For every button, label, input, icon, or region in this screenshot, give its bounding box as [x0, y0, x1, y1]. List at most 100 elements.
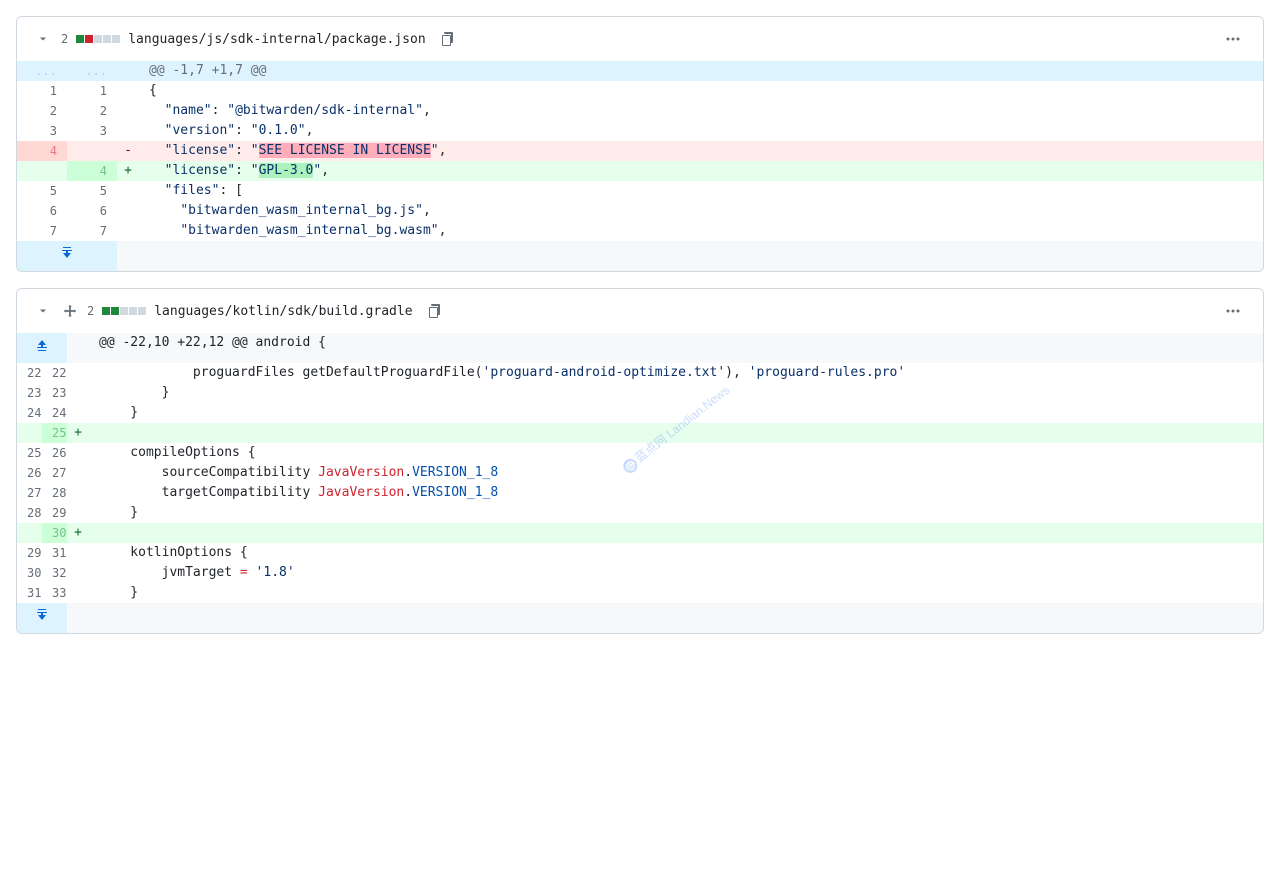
- code-content: kotlinOptions {: [89, 543, 1263, 563]
- diffstat-block-neu: [94, 35, 102, 43]
- code-token: "files": [165, 183, 220, 198]
- code-token: "bitwarden_wasm_internal_bg.wasm": [180, 223, 438, 238]
- line-number-new[interactable]: 3: [67, 121, 117, 141]
- code-token: ": [251, 143, 259, 158]
- line-number-old[interactable]: [17, 161, 67, 181]
- line-number-old[interactable]: 31: [17, 583, 42, 603]
- line-number-new[interactable]: 25: [42, 423, 67, 443]
- collapse-icon[interactable]: [33, 29, 53, 49]
- line-number-new[interactable]: 5: [67, 181, 117, 201]
- line-number-old[interactable]: 29: [17, 543, 42, 563]
- line-number-new[interactable]: 22: [42, 363, 67, 383]
- line-number-new[interactable]: [67, 141, 117, 161]
- copy-path-icon[interactable]: [421, 297, 449, 325]
- line-number-new[interactable]: 4: [67, 161, 117, 181]
- code-token: "license": [165, 163, 235, 178]
- line-number-old[interactable]: 1: [17, 81, 67, 101]
- line-number-new[interactable]: 28: [42, 483, 67, 503]
- move-handle-icon[interactable]: [61, 302, 79, 320]
- line-number-new[interactable]: 32: [42, 563, 67, 583]
- line-number-old[interactable]: 4: [17, 141, 67, 161]
- line-number-old[interactable]: 24: [17, 403, 42, 423]
- diff-row-ctx: 2728 targetCompatibility JavaVersion.VER…: [17, 483, 1263, 503]
- diff-marker: [67, 503, 89, 523]
- line-number-new[interactable]: 33: [42, 583, 67, 603]
- line-number-old[interactable]: [17, 523, 42, 543]
- diff-row-ctx: 3032 jvmTarget = '1.8': [17, 563, 1263, 583]
- file-path[interactable]: languages/kotlin/sdk/build.gradle: [154, 304, 412, 319]
- code-token: =: [240, 565, 248, 580]
- code-token: 'proguard-rules.pro': [749, 365, 906, 380]
- code-token: SEE LICENSE IN LICENSE: [259, 143, 431, 158]
- line-number-old[interactable]: 6: [17, 201, 67, 221]
- diff-file: 2 languages/js/sdk-internal/package.json.…: [16, 16, 1264, 272]
- collapse-icon[interactable]: [33, 301, 53, 321]
- line-number-old[interactable]: 23: [17, 383, 42, 403]
- diff-marker: [67, 383, 89, 403]
- hunk-row: ......@@ -1,7 +1,7 @@: [17, 61, 1263, 81]
- code-token: ,: [423, 203, 431, 218]
- change-count: 2: [61, 32, 68, 46]
- line-number-old[interactable]: 27: [17, 483, 42, 503]
- line-number-old[interactable]: 25: [17, 443, 42, 463]
- diff-row-ctx: 55 "files": [: [17, 181, 1263, 201]
- code-token: '1.8': [256, 565, 295, 580]
- code-token: proguardFiles getDefaultProguardFile(: [99, 365, 483, 380]
- code-token: VERSION_1_8: [412, 465, 498, 480]
- expand-down-icon: [17, 607, 67, 623]
- line-number-new[interactable]: 7: [67, 221, 117, 241]
- code-content: jvmTarget = '1.8': [89, 563, 1263, 583]
- file-menu-icon[interactable]: [1219, 297, 1247, 325]
- line-number-old[interactable]: 7: [17, 221, 67, 241]
- line-number-new[interactable]: 26: [42, 443, 67, 463]
- line-number-old[interactable]: 5: [17, 181, 67, 201]
- code-content: "license": "SEE LICENSE IN LICENSE",: [139, 141, 1263, 161]
- code-token: }: [99, 385, 169, 400]
- code-token: ": [431, 143, 439, 158]
- line-number-old[interactable]: [17, 423, 42, 443]
- code-token: "name": [165, 103, 212, 118]
- copy-path-icon[interactable]: [434, 25, 462, 53]
- diff-marker: [67, 583, 89, 603]
- file-path[interactable]: languages/js/sdk-internal/package.json: [128, 32, 425, 47]
- diff-row-ctx: 77 "bitwarden_wasm_internal_bg.wasm",: [17, 221, 1263, 241]
- line-number-new[interactable]: 6: [67, 201, 117, 221]
- code-token: 'proguard-android-optimize.txt': [483, 365, 726, 380]
- diff-marker: +: [67, 523, 89, 543]
- line-number-new[interactable]: 2: [67, 101, 117, 121]
- line-number-old[interactable]: 3: [17, 121, 67, 141]
- diff-marker: [67, 443, 89, 463]
- line-number-new[interactable]: 31: [42, 543, 67, 563]
- code-content: }: [89, 583, 1263, 603]
- line-number-old[interactable]: 30: [17, 563, 42, 583]
- line-number-old[interactable]: 28: [17, 503, 42, 523]
- code-token: .: [404, 485, 412, 500]
- expand-up-button[interactable]: [17, 333, 67, 363]
- diff-table: @@ -22,10 +22,12 @@ android {2222 progua…: [17, 333, 1263, 633]
- line-number-new[interactable]: 24: [42, 403, 67, 423]
- code-token: {: [149, 83, 157, 98]
- code-token: [149, 163, 165, 178]
- expand-down-button[interactable]: [17, 603, 67, 633]
- expand-down-button[interactable]: [17, 241, 117, 271]
- code-token: }: [99, 405, 138, 420]
- line-number-new[interactable]: 29: [42, 503, 67, 523]
- diff-marker: [117, 81, 139, 101]
- diffstat: [76, 35, 120, 43]
- line-number-old[interactable]: 22: [17, 363, 42, 383]
- line-number-new[interactable]: 27: [42, 463, 67, 483]
- diff-row-add: 30+: [17, 523, 1263, 543]
- diffstat-block-neu: [103, 35, 111, 43]
- file-menu-icon[interactable]: [1219, 25, 1247, 53]
- diff-marker: [67, 483, 89, 503]
- line-number-new[interactable]: 30: [42, 523, 67, 543]
- line-number-new[interactable]: 1: [67, 81, 117, 101]
- line-number-old[interactable]: 26: [17, 463, 42, 483]
- line-number-new[interactable]: 23: [42, 383, 67, 403]
- line-number-old[interactable]: 2: [17, 101, 67, 121]
- code-token: jvmTarget: [99, 565, 240, 580]
- diff-marker: [67, 463, 89, 483]
- diffstat-block-neu: [129, 307, 137, 315]
- diffstat-block-add: [76, 35, 84, 43]
- expand-down-row: [17, 603, 1263, 633]
